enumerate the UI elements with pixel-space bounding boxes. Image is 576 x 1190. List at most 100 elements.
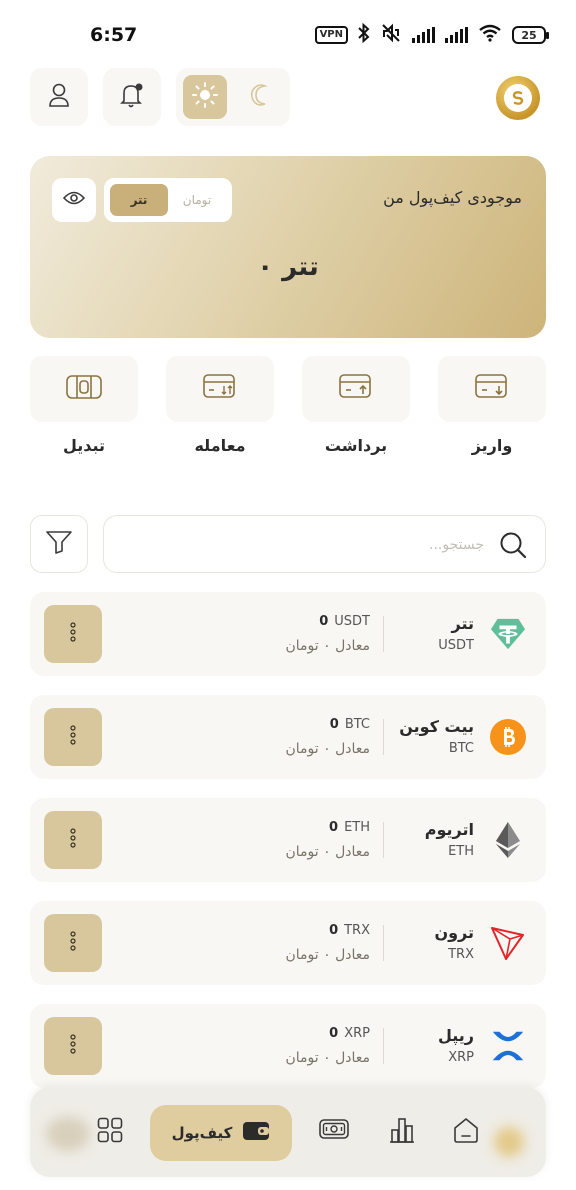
- tron-icon: [490, 925, 526, 961]
- asset-balance: 0 TRX: [329, 923, 370, 938]
- currency-option-usdt[interactable]: تتر: [110, 184, 168, 216]
- blurred-item: [46, 1117, 90, 1151]
- cash-icon: [319, 1119, 349, 1145]
- asset-name: تتر: [451, 614, 475, 633]
- asset-row-trx[interactable]: ترون TRX 0 TRX معادل ۰ تومان: [30, 901, 546, 985]
- vpn-badge: VPN: [314, 26, 348, 44]
- search-icon: [499, 531, 527, 563]
- asset-more-button[interactable]: [44, 914, 102, 972]
- divider: [383, 925, 384, 961]
- status-bar: 6:57 VPN 25: [0, 0, 576, 70]
- nav-markets[interactable]: [384, 1109, 420, 1155]
- currency-toggle[interactable]: تتر تومان: [104, 178, 232, 222]
- action-withdraw[interactable]: برداشت: [302, 356, 410, 455]
- asset-more-button[interactable]: [44, 1017, 102, 1075]
- asset-row-btc[interactable]: بیت کوین BTC 0 BTC معادل ۰ تومان: [30, 695, 546, 779]
- more-vertical-icon: [70, 622, 76, 646]
- bluetooth-icon: [358, 22, 370, 47]
- action-deposit[interactable]: واریز: [438, 356, 546, 455]
- withdraw-icon: [339, 374, 373, 404]
- ripple-icon: [490, 1028, 526, 1064]
- divider: [383, 822, 384, 858]
- search-box[interactable]: [103, 515, 546, 573]
- divider: [383, 1028, 384, 1064]
- nav-home[interactable]: [448, 1109, 484, 1155]
- asset-balance: 0 USDT: [319, 614, 370, 629]
- notifications-button[interactable]: [103, 68, 161, 126]
- asset-symbol: BTC: [448, 741, 474, 756]
- asset-equivalent: معادل ۰ تومان: [285, 1050, 370, 1066]
- action-convert[interactable]: تبدیل: [30, 356, 138, 455]
- asset-symbol: XRP: [448, 1050, 474, 1065]
- nav-wallet-label: کیف‌پول: [171, 1124, 233, 1142]
- dark-mode-button[interactable]: [239, 75, 283, 119]
- toggle-visibility-button[interactable]: [52, 178, 96, 222]
- asset-equivalent: معادل ۰ تومان: [285, 741, 370, 757]
- asset-quantity: 0: [329, 717, 339, 732]
- battery-indicator: 25: [512, 26, 549, 44]
- tether-icon: [490, 616, 526, 652]
- asset-row-eth[interactable]: اتریوم ETH 0 ETH معادل ۰ تومان: [30, 798, 546, 882]
- nav-wallet[interactable]: کیف‌پول: [150, 1105, 292, 1161]
- nav-cash[interactable]: [316, 1109, 352, 1155]
- sun-icon: [191, 81, 219, 113]
- asset-symbol: USDT: [438, 638, 474, 653]
- asset-balance: 0 BTC: [330, 717, 370, 732]
- asset-equivalent: معادل ۰ تومان: [285, 947, 370, 963]
- balance-card: موجودی کیف‌پول من تتر تومان ۰ تتر: [30, 156, 546, 338]
- asset-quantity: 0: [329, 1026, 339, 1041]
- more-vertical-icon: [70, 1034, 76, 1058]
- grid-icon: [97, 1117, 123, 1147]
- asset-name: ترون: [434, 923, 474, 942]
- asset-name: بیت کوین: [399, 717, 474, 736]
- bottom-nav: کیف‌پول: [30, 1087, 546, 1177]
- nav-menu[interactable]: [90, 1109, 130, 1155]
- asset-unit: USDT: [334, 614, 370, 629]
- profile-button[interactable]: [30, 68, 88, 126]
- home-icon: [452, 1116, 480, 1148]
- asset-name: ریپل: [437, 1026, 474, 1045]
- user-icon: [47, 82, 71, 112]
- asset-equivalent: معادل ۰ تومان: [285, 844, 370, 860]
- blurred-item: [494, 1127, 524, 1157]
- asset-quantity: 0: [329, 820, 339, 835]
- asset-name: اتریوم: [424, 820, 474, 839]
- asset-balance: 0 XRP: [329, 1026, 370, 1041]
- asset-equivalent: معادل ۰ تومان: [285, 638, 370, 654]
- bell-icon: [119, 81, 145, 113]
- asset-row-usdt[interactable]: تتر USDT 0 USDT معادل ۰ تومان: [30, 592, 546, 676]
- asset-more-button[interactable]: [44, 708, 102, 766]
- action-trade-label: معامله: [194, 436, 246, 455]
- filter-button[interactable]: [30, 515, 88, 573]
- asset-symbol: TRX: [448, 947, 474, 962]
- asset-unit: XRP: [344, 1026, 370, 1041]
- asset-unit: BTC: [344, 717, 370, 732]
- asset-quantity: 0: [329, 923, 339, 938]
- more-vertical-icon: [70, 725, 76, 749]
- more-vertical-icon: [70, 931, 76, 955]
- eye-icon: [62, 190, 86, 210]
- convert-icon: [66, 375, 102, 403]
- search-row: [30, 515, 546, 573]
- asset-balance: 0 ETH: [329, 820, 370, 835]
- ethereum-icon: [490, 822, 526, 858]
- action-withdraw-label: برداشت: [324, 436, 388, 455]
- moon-icon: [248, 82, 274, 112]
- signal-icon-1: [412, 27, 435, 43]
- search-input[interactable]: [118, 526, 484, 564]
- more-vertical-icon: [70, 828, 76, 852]
- status-icons: VPN 25: [314, 22, 549, 47]
- light-mode-button[interactable]: [183, 75, 227, 119]
- signal-icon-2: [445, 27, 468, 43]
- balance-amount: ۰ تتر: [257, 252, 319, 282]
- asset-unit: ETH: [344, 820, 370, 835]
- asset-unit: TRX: [344, 923, 370, 938]
- action-trade[interactable]: معامله: [166, 356, 274, 455]
- theme-toggle[interactable]: [176, 68, 290, 126]
- currency-option-toman[interactable]: تومان: [168, 184, 226, 216]
- asset-more-button[interactable]: [44, 605, 102, 663]
- asset-more-button[interactable]: [44, 811, 102, 869]
- divider: [383, 719, 384, 755]
- wallet-icon: [242, 1120, 270, 1146]
- asset-row-xrp[interactable]: ریپل XRP 0 XRP معادل ۰ تومان: [30, 1004, 546, 1088]
